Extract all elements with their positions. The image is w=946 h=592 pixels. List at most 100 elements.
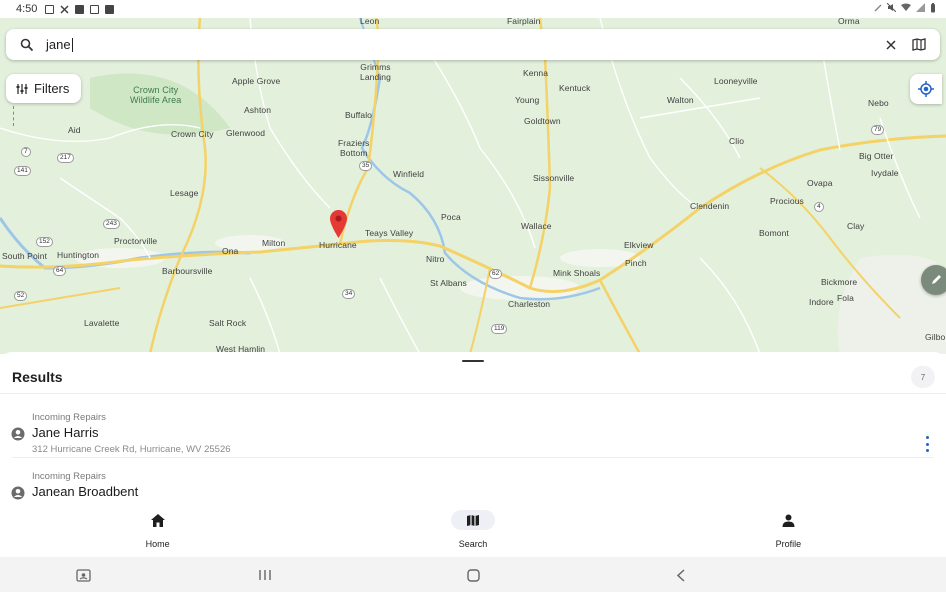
signal-icon [916, 3, 925, 15]
map-label-town: Proctorville [114, 236, 158, 246]
map-label-town: Ivydale [871, 168, 899, 178]
map-label-town: Walton [667, 95, 694, 105]
home-button-icon[interactable] [465, 567, 481, 583]
notification-close-icon [105, 4, 115, 14]
status-system-icons [874, 2, 936, 16]
map-label-town: Big Otter [859, 151, 894, 161]
map-label-town: Clay [847, 221, 865, 231]
results-sheet[interactable]: Results 7 Incoming Repairs Jane Harris 3… [0, 352, 946, 504]
map-label-town: Nebo [868, 98, 889, 108]
map-edge-dashed-border [0, 106, 14, 126]
clear-search-button[interactable] [880, 34, 902, 56]
route-badge: 141 [14, 166, 31, 176]
system-navigation-bar [0, 557, 946, 592]
stylus-icon [874, 3, 882, 15]
result-name: Jane Harris [32, 425, 99, 440]
divider [0, 393, 946, 394]
map-label-town: Looneyville [714, 76, 758, 86]
map-label-town: Indore [809, 297, 834, 307]
search-input[interactable]: jane [46, 37, 71, 52]
map-label-town: Nitro [426, 254, 445, 264]
nav-label: Search [458, 539, 488, 549]
mute-icon [886, 2, 897, 15]
map-label-town: Teays Valley [365, 228, 414, 238]
edit-fab-button[interactable] [921, 265, 946, 295]
map-label-town: Sissonville [533, 173, 575, 183]
map-label-town: Kenna [523, 68, 549, 78]
map-view[interactable]: Leon Fairplain Orma Grimms Landing Kenna… [0, 18, 946, 354]
map-label-park: Crown City Wildlife Area [130, 85, 182, 105]
map-label-town: Procious [770, 196, 804, 206]
map-label-town: Pinch [625, 258, 647, 268]
nav-label: Home [145, 539, 170, 549]
map-label-town: St Albans [430, 278, 467, 288]
map-label-town: Orma [838, 18, 860, 26]
nav-item-home[interactable]: Home [0, 504, 315, 557]
map-label-town: Ashton [244, 105, 272, 115]
filters-label: Filters [34, 81, 70, 96]
recent-apps-icon[interactable] [257, 567, 273, 583]
map-label-town: Aid [68, 125, 81, 135]
filters-button[interactable]: Filters [6, 74, 82, 103]
result-address: 312 Hurricane Creek Rd, Hurricane, WV 25… [32, 444, 231, 455]
map-label-town: Ona [222, 246, 239, 256]
results-count-badge: 7 [911, 366, 935, 388]
route-badge: 152 [36, 237, 53, 247]
status-time: 4:50 [16, 3, 38, 15]
route-badge: 217 [57, 153, 74, 163]
sheet-drag-handle[interactable] [462, 360, 484, 362]
nav-item-search[interactable]: Search [315, 504, 630, 557]
result-list-item[interactable]: Incoming Repairs Jane Harris 312 Hurrica… [0, 399, 946, 458]
no-sim-icon [60, 4, 69, 14]
search-icon [16, 34, 38, 56]
map-icon [450, 510, 495, 530]
status-bar: 4:50 [0, 0, 946, 18]
result-category: Incoming Repairs [32, 471, 106, 482]
more-vert-icon[interactable] [921, 436, 933, 452]
route-badge: 35 [359, 161, 373, 171]
map-label-town: Fairplain [507, 18, 541, 26]
account-circle-icon [11, 427, 25, 446]
my-location-button[interactable] [910, 74, 942, 104]
map-label-town: Barboursville [162, 266, 213, 276]
map-label-town: Huntington [57, 250, 100, 260]
route-badge: 7 [21, 147, 31, 157]
map-label-town: Apple Grove [232, 76, 281, 86]
home-icon [136, 510, 180, 530]
bottom-navigation: Home Search Profile [0, 504, 946, 557]
map-canvas [0, 18, 946, 354]
back-icon[interactable] [673, 567, 689, 583]
nav-item-profile[interactable]: Profile [631, 504, 946, 557]
map-label-town: Bickmore [821, 277, 858, 287]
search-bar[interactable]: jane [6, 29, 940, 60]
close-icon [886, 39, 896, 50]
map-label-town: Crown City [171, 129, 214, 139]
map-label-town: Glenwood [226, 128, 266, 138]
result-list-item[interactable]: Incoming Repairs Janean Broadbent [0, 458, 946, 504]
map-label-town: Milton [262, 238, 286, 248]
route-badge: 34 [342, 289, 356, 299]
map-label-town: Charleston [508, 299, 551, 309]
map-view-toggle-button[interactable] [908, 34, 930, 56]
map-label-town: Gilbo [925, 332, 946, 342]
map-label-town: Leon [360, 18, 380, 26]
person-icon [766, 510, 810, 530]
map-label-town: Fraziers Bottom [338, 138, 370, 158]
my-location-icon [918, 81, 934, 97]
screenshot-icon[interactable] [75, 567, 91, 583]
battery-icon [930, 2, 936, 16]
map-label-town: Wallace [521, 221, 552, 231]
status-notification-icons [45, 4, 115, 14]
wifi-icon [901, 3, 911, 15]
route-badge: 62 [489, 269, 503, 279]
results-title: Results [12, 369, 63, 385]
map-label-town: Salt Rock [209, 318, 247, 328]
map-label-town: Mink Shoals [553, 268, 601, 278]
map-label-town: Lavalette [84, 318, 120, 328]
result-category: Incoming Repairs [32, 412, 106, 423]
map-label-town: Elkview [624, 240, 654, 250]
map-label-town: Clio [729, 136, 745, 146]
route-badge: 119 [491, 324, 508, 334]
filter-sliders-icon [16, 83, 28, 94]
result-name: Janean Broadbent [32, 484, 139, 499]
